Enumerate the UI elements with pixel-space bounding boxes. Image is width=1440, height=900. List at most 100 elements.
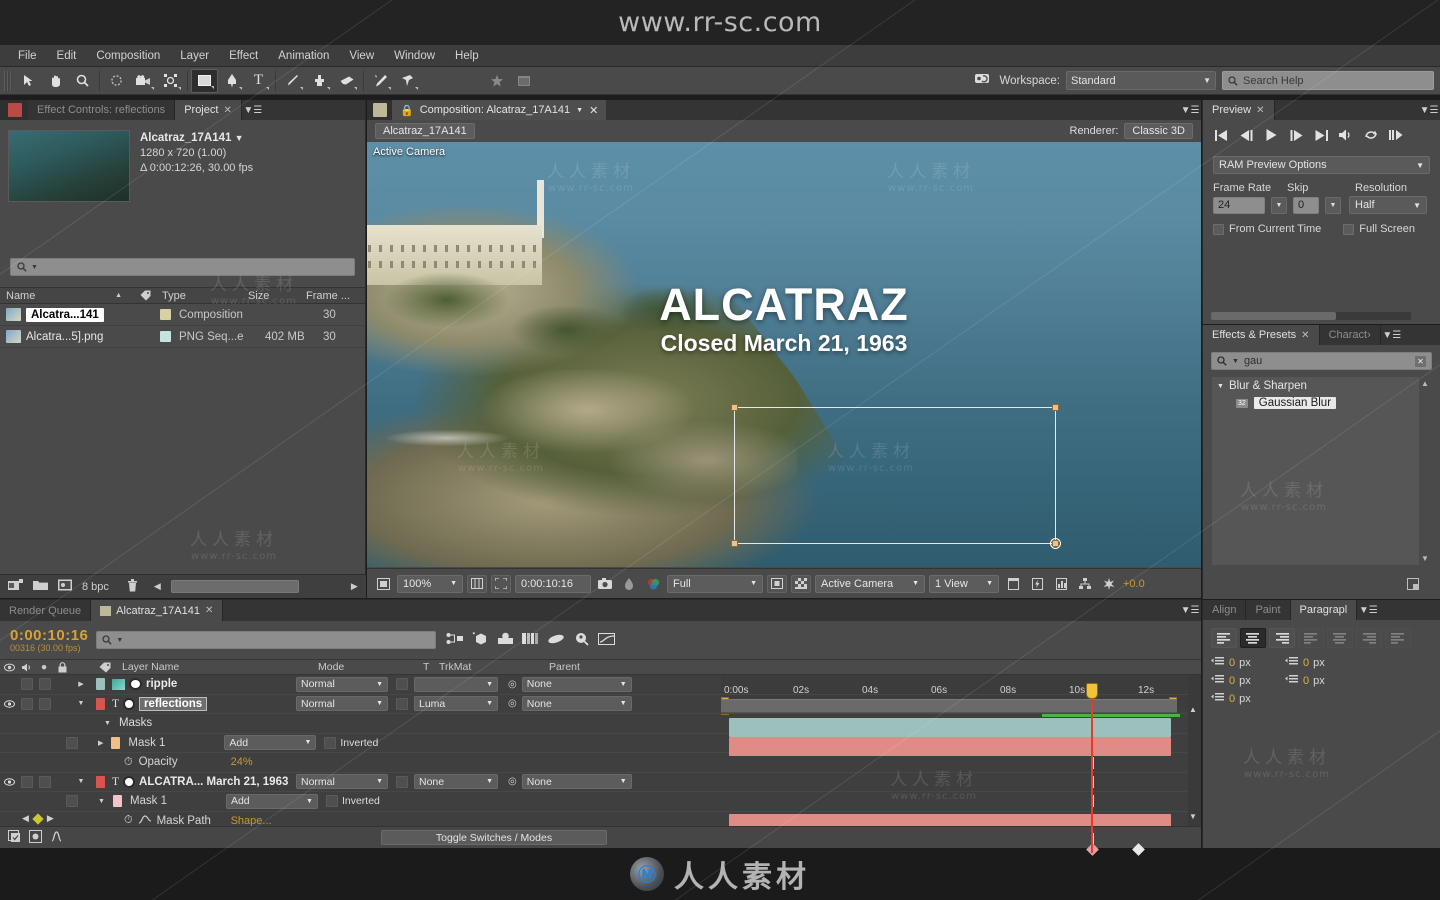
layer-name[interactable]: reflections	[139, 696, 208, 711]
mask-inverted-checkbox[interactable]: Inverted	[325, 795, 380, 808]
comp-flowchart-icon[interactable]	[1075, 575, 1095, 593]
resolution-select[interactable]: Full ▼	[667, 574, 763, 593]
layer-switches-icon[interactable]	[29, 829, 42, 846]
tab-paint[interactable]: Paint	[1246, 600, 1291, 620]
pen-tool-icon[interactable]	[218, 69, 245, 93]
expand-arrow[interactable]: ▼	[98, 798, 105, 805]
layer-label-color[interactable]	[95, 775, 105, 788]
new-composition-icon[interactable]	[8, 579, 23, 594]
mask-color-swatch[interactable]	[112, 795, 122, 808]
tab-preview[interactable]: Preview ✕	[1203, 100, 1275, 120]
layer-name-cell[interactable]: T ALCATRA... March 21, 1963	[110, 775, 290, 788]
pixel-aspect-icon[interactable]	[1003, 575, 1023, 593]
paragraph-justify-last-center-button[interactable]	[1327, 628, 1353, 648]
previous-frame-button[interactable]	[1236, 125, 1256, 145]
video-switch-header-icon[interactable]	[0, 663, 18, 672]
solo-switch-header-icon[interactable]: ●	[36, 661, 52, 673]
preserve-transparency-switch[interactable]	[396, 678, 408, 691]
bit-depth-label[interactable]: 8 bpc	[82, 581, 109, 593]
expand-arrow[interactable]: ▼	[72, 700, 90, 707]
layer-label-color[interactable]	[95, 678, 105, 691]
hide-shy-layers-icon[interactable]	[497, 632, 514, 648]
rotation-tool-icon[interactable]	[103, 69, 130, 93]
menu-item-window[interactable]: Window	[384, 45, 445, 67]
menu-item-animation[interactable]: Animation	[268, 45, 339, 67]
shape-tool-icon[interactable]	[191, 68, 218, 93]
paragraph-field-space-after[interactable]: 0 px	[1211, 692, 1285, 706]
mask-mode-select[interactable]: Add ▼	[225, 793, 318, 809]
mask-lock-switch[interactable]	[66, 795, 78, 808]
puppet-pin-tool-icon[interactable]	[394, 69, 421, 93]
panel-menu-icon[interactable]: ▼☰	[1418, 100, 1440, 120]
brush-tool-icon[interactable]	[279, 69, 306, 93]
parent-pickwhip-icon[interactable]: ◎	[508, 776, 517, 787]
brainstorm-icon[interactable]	[573, 632, 590, 649]
camera-tool-icon[interactable]	[130, 69, 157, 93]
toolbar-grip[interactable]	[4, 70, 12, 91]
tab-composition[interactable]: 🔒 Composition: Alcatraz_17A141 ▼ ✕	[392, 100, 607, 120]
column-size[interactable]: Size	[242, 290, 300, 302]
frame-blending-icon[interactable]	[522, 632, 539, 648]
playhead-handle[interactable]	[1086, 683, 1098, 699]
delete-icon[interactable]	[127, 578, 138, 595]
favorite-star-icon[interactable]	[483, 69, 510, 93]
pan-behind-tool-icon[interactable]	[157, 69, 184, 93]
channels-icon[interactable]	[643, 575, 663, 593]
parent-pickwhip-icon[interactable]: ◎	[508, 698, 517, 709]
clone-stamp-tool-icon[interactable]	[306, 69, 333, 93]
column-t[interactable]: T	[423, 661, 439, 673]
panel-menu-icon[interactable]: ▼☰	[1357, 600, 1380, 620]
paragraph-justify-all-button[interactable]	[1385, 628, 1411, 648]
mask-name[interactable]: Mask 1	[128, 737, 220, 749]
indent-first-line-value[interactable]: 0	[1229, 675, 1235, 687]
show-snapshot-icon[interactable]	[619, 575, 639, 593]
ram-preview-button[interactable]	[1386, 125, 1406, 145]
fast-previews-icon[interactable]	[1027, 575, 1047, 593]
menu-item-file[interactable]: File	[8, 45, 47, 67]
roto-brush-tool-icon[interactable]	[367, 69, 394, 93]
full-screen-checkbox[interactable]: Full Screen	[1343, 223, 1415, 235]
hand-tool-icon[interactable]	[42, 69, 69, 93]
expand-arrow[interactable]: ▶	[98, 739, 103, 747]
menu-item-effect[interactable]: Effect	[219, 45, 268, 67]
close-icon[interactable]: ✕	[1256, 105, 1264, 116]
layer-name-cell[interactable]: Treflections	[110, 696, 290, 711]
solo-switch[interactable]	[36, 697, 54, 710]
resize-handle-bottom-left[interactable]	[731, 540, 738, 547]
zoom-select[interactable]: 100% ▼	[397, 574, 463, 593]
frame-rate-dropdown[interactable]: ▼	[1271, 196, 1287, 214]
audio-switch[interactable]	[18, 697, 36, 710]
horizontal-scrollbar-thumb[interactable]	[170, 580, 299, 593]
transparency-grid-icon[interactable]	[791, 574, 811, 593]
keyframe-toggle-icon[interactable]	[32, 812, 44, 825]
track-matte-select[interactable]: ▼	[414, 676, 498, 692]
layer-name[interactable]: ripple	[146, 678, 177, 690]
effects-category-blur-sharpen[interactable]: ▼ Blur & Sharpen	[1212, 377, 1431, 395]
preserve-transparency-switch[interactable]	[396, 775, 408, 788]
timeline-vertical-scrollbar[interactable]: ▲ ▼	[1188, 675, 1201, 827]
close-icon[interactable]: ✕	[205, 605, 213, 616]
last-frame-button[interactable]	[1311, 125, 1331, 145]
composition-mini-flowchart-icon[interactable]	[446, 632, 464, 648]
ram-preview-options-select[interactable]: RAM Preview Options ▼	[1213, 156, 1430, 174]
panel-menu-icon[interactable]: ▼☰	[1380, 325, 1403, 345]
tab-effects-presets[interactable]: Effects & Presets ✕	[1203, 325, 1320, 345]
project-search-input[interactable]: ▼	[10, 258, 355, 276]
audio-switch[interactable]	[18, 678, 36, 691]
project-item-row[interactable]: Alcatra...5].png PNG Seq...e 402 MB 30	[0, 326, 365, 348]
column-parent[interactable]: Parent	[549, 661, 649, 673]
new-folder-icon[interactable]	[33, 579, 48, 594]
lock-icon[interactable]: 🔒	[400, 104, 414, 117]
scroll-up-arrow[interactable]: ▲	[1189, 705, 1197, 714]
parent-select[interactable]: None ▼	[521, 696, 632, 712]
draft-3d-icon[interactable]	[472, 631, 489, 649]
column-mode[interactable]: Mode	[318, 661, 423, 673]
graph-editor-toggle-icon[interactable]	[50, 830, 63, 846]
audio-switch-header-icon[interactable]	[18, 663, 36, 672]
selection-tool-icon[interactable]	[15, 69, 42, 93]
layer-name-cell[interactable]: ripple	[110, 678, 290, 691]
paragraph-field-indent-left[interactable]: 0 px	[1211, 656, 1285, 670]
exposure-value[interactable]: +0.0	[1123, 578, 1145, 590]
close-icon[interactable]: ✕	[1301, 330, 1309, 341]
scroll-down-arrow[interactable]: ▼	[1421, 554, 1429, 563]
